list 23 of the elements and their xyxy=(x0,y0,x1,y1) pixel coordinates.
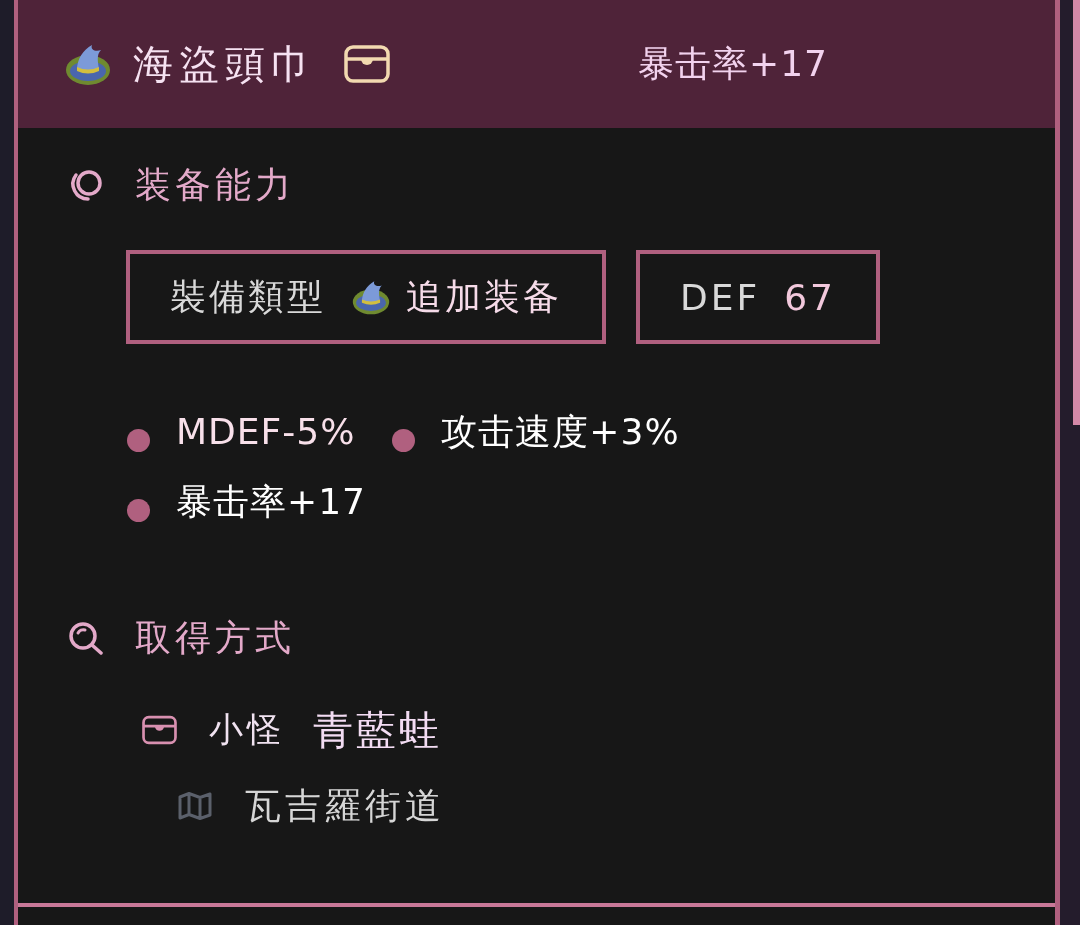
badge-label: 裝備類型 xyxy=(170,274,326,319)
swirl-icon xyxy=(68,168,104,202)
badge-value: 追加装备 xyxy=(406,274,562,319)
chest-icon xyxy=(344,45,390,83)
header-stat: 暴击率+17 xyxy=(638,42,828,86)
bullet-icon xyxy=(392,428,416,452)
source-type: 小怪 xyxy=(209,708,285,751)
bullet-icon xyxy=(127,498,150,522)
map-icon xyxy=(178,791,212,821)
section-title: 取得方式 xyxy=(135,618,295,658)
search-icon xyxy=(68,621,104,655)
section-title: 装备能力 xyxy=(135,165,295,205)
monster-name: 青藍蛙 xyxy=(313,705,442,755)
bullet-icon xyxy=(127,428,150,452)
location-name: 瓦吉羅街道 xyxy=(245,783,445,828)
effect-text: 暴击率+17 xyxy=(176,480,366,524)
effect-text: 攻击速度+3% xyxy=(441,410,680,454)
scrollbar-thumb[interactable] xyxy=(1073,0,1080,425)
badge-label: DEF xyxy=(680,276,761,318)
badge-value: 67 xyxy=(784,276,836,318)
item-title: 海盜頭巾 xyxy=(133,40,317,88)
effect-text: MDEF-5% xyxy=(176,410,356,454)
chest-icon xyxy=(142,715,177,745)
